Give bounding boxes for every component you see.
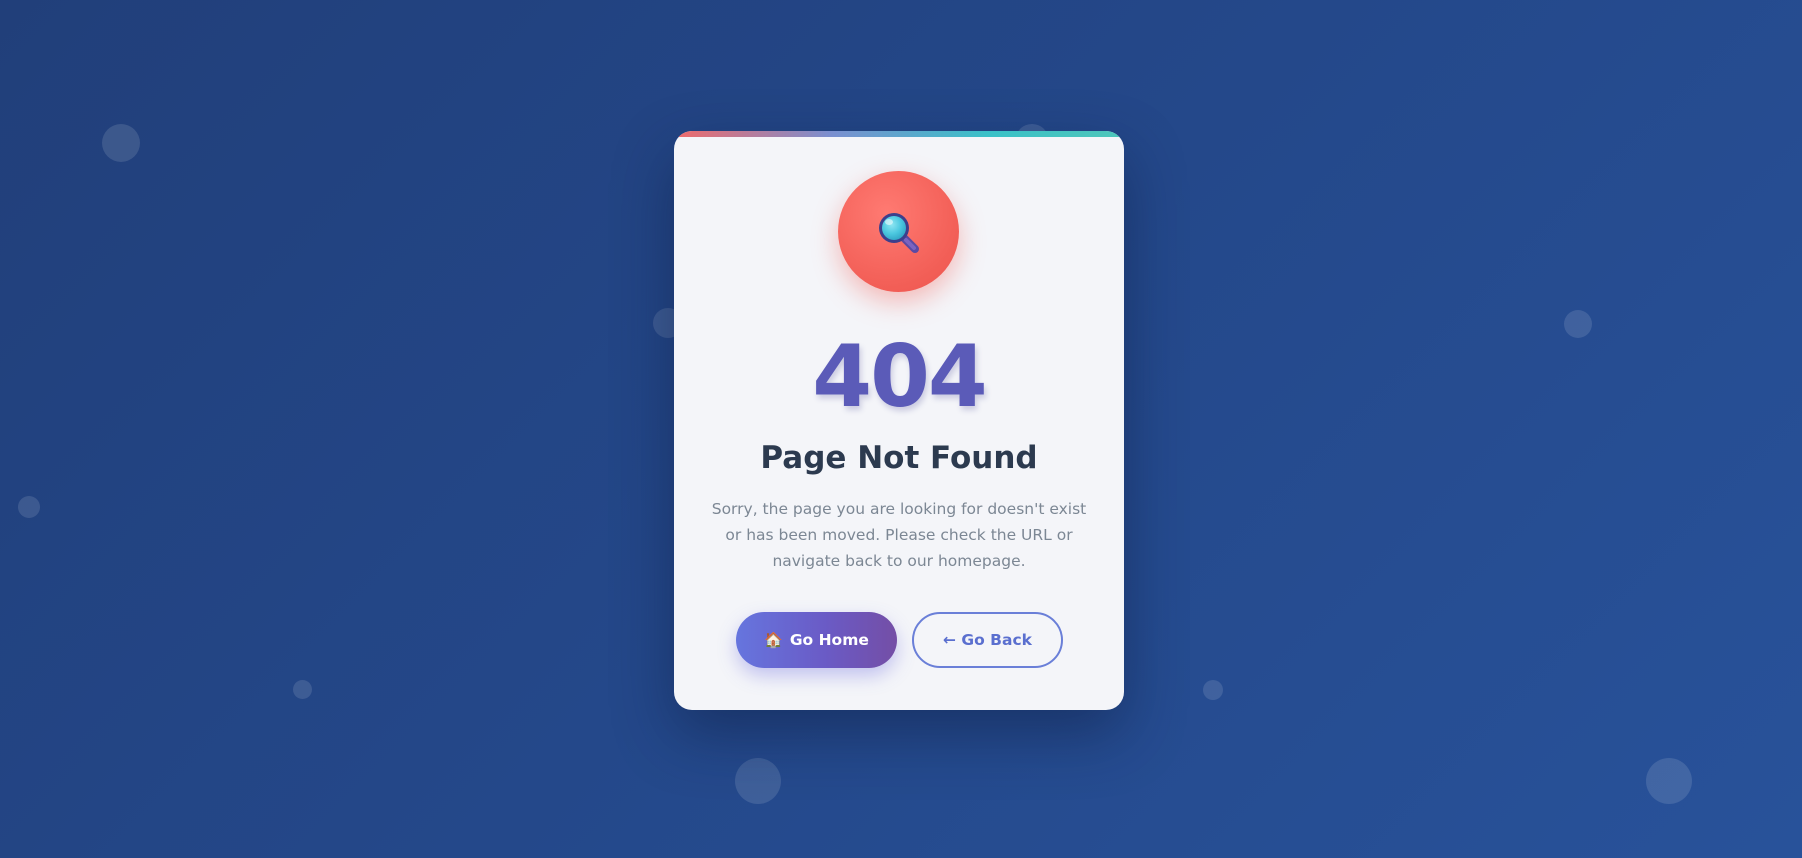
background-bubble	[102, 124, 140, 162]
go-home-label: Go Home	[789, 631, 869, 649]
background-bubble	[293, 680, 312, 699]
home-icon: 🏠	[764, 631, 783, 649]
background-bubble	[1203, 680, 1223, 700]
error-card: 404 Page Not Found Sorry, the page you a…	[674, 131, 1124, 710]
go-home-button[interactable]: 🏠 Go Home	[736, 612, 897, 668]
background-bubble	[1564, 310, 1592, 338]
page-title: Page Not Found	[760, 440, 1038, 476]
go-back-label: ← Go Back	[943, 631, 1032, 649]
error-message: Sorry, the page you are looking for does…	[711, 500, 1087, 570]
background-bubble	[18, 496, 40, 518]
card-accent-bar	[674, 131, 1124, 137]
go-back-button[interactable]: ← Go Back	[912, 612, 1063, 668]
background-bubble	[735, 758, 781, 804]
magnifier-icon	[879, 213, 919, 253]
background-bubble	[1646, 758, 1692, 804]
icon-badge	[838, 171, 959, 292]
error-code: 404	[812, 327, 988, 427]
